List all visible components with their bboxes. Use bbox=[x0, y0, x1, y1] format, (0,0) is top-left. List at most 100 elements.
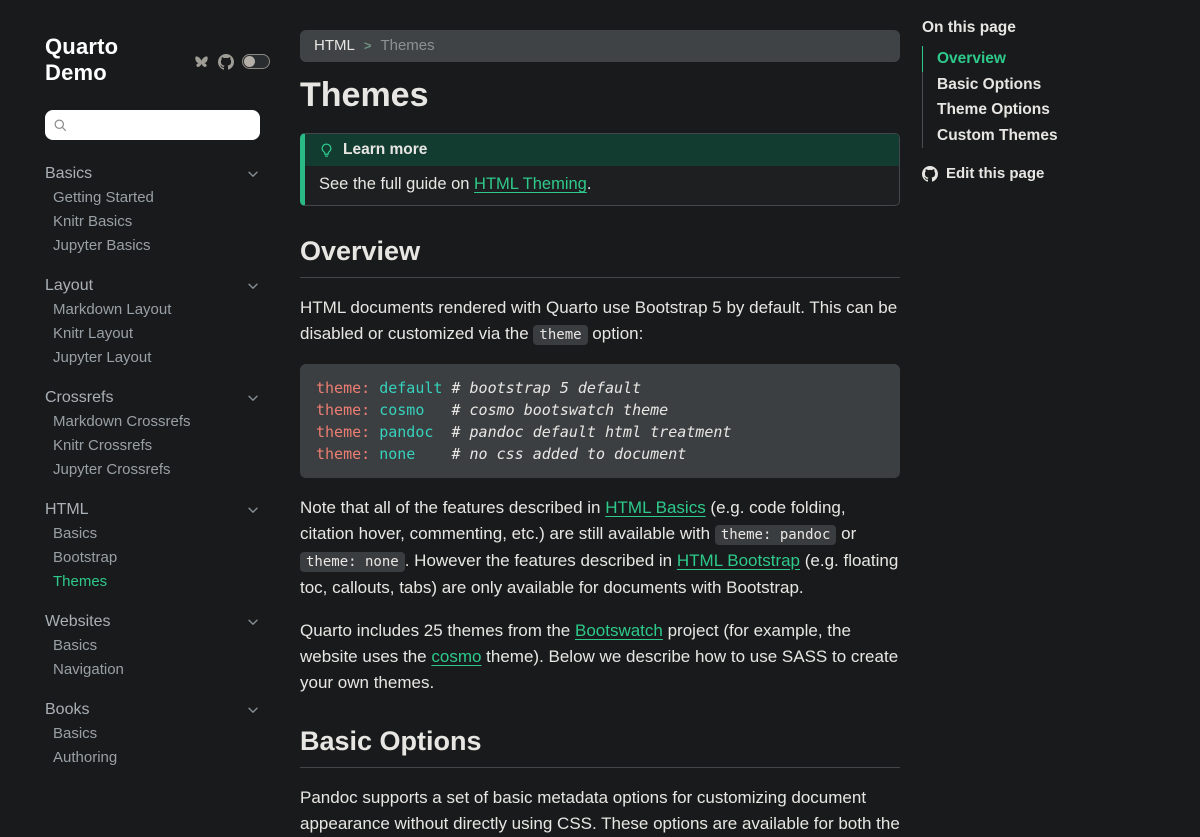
paragraph-pandoc-options: Pandoc supports a set of basic metadata … bbox=[300, 785, 900, 837]
toc-list: OverviewBasic OptionsTheme OptionsCustom… bbox=[922, 46, 1184, 148]
section-heading-basic-options: Basic Options bbox=[300, 726, 900, 757]
toc-item-overview[interactable]: Overview bbox=[922, 46, 1184, 72]
toc-title: On this page bbox=[922, 19, 1184, 37]
toggle-knob bbox=[244, 56, 255, 67]
code-value-token: none bbox=[379, 445, 415, 463]
sidebar-nav: BasicsGetting StartedKnitr BasicsJupyter… bbox=[45, 162, 270, 770]
inline-link[interactable]: HTML Bootstrap bbox=[677, 551, 800, 570]
inline-link[interactable]: cosmo bbox=[431, 647, 481, 666]
text-run: See the full guide on bbox=[319, 175, 474, 193]
sidebar-header: Quarto Demo bbox=[45, 34, 270, 86]
paragraph-theme-option: HTML documents rendered with Quarto use … bbox=[300, 295, 900, 348]
sidebar-section-label: Websites bbox=[45, 613, 111, 631]
yaml-code-block: theme: default # bootstrap 5 defaultthem… bbox=[300, 364, 900, 478]
sidebar-item-markdown-crossrefs[interactable]: Markdown Crossrefs bbox=[45, 410, 270, 434]
sidebar-section-toggle-crossrefs[interactable]: Crossrefs bbox=[45, 386, 260, 410]
sidebar-item-basics[interactable]: Basics bbox=[45, 634, 270, 658]
sidebar-section-layout: Layout Markdown LayoutKnitr LayoutJupyter… bbox=[45, 274, 270, 370]
chevron-down-icon[interactable] bbox=[246, 503, 260, 517]
edit-page-label: Edit this page bbox=[946, 165, 1044, 182]
sidebar-section-websites: Websites BasicsNavigation bbox=[45, 610, 270, 682]
inline-link[interactable]: Bootswatch bbox=[575, 621, 663, 640]
text-run: . bbox=[587, 175, 592, 193]
right-sidebar: On this page OverviewBasic OptionsTheme … bbox=[922, 0, 1184, 182]
search-box[interactable] bbox=[45, 110, 260, 140]
callout-header[interactable]: Learn more bbox=[305, 134, 899, 166]
code-comment-token: # cosmo bootswatch theme bbox=[451, 401, 668, 419]
site-title[interactable]: Quarto Demo bbox=[45, 34, 184, 86]
sidebar-item-basics[interactable]: Basics bbox=[45, 522, 270, 546]
sidebar-section-label: Books bbox=[45, 701, 89, 719]
text-run: option: bbox=[588, 324, 644, 343]
text-run: Note that all of the features described … bbox=[300, 498, 605, 517]
breadcrumb-separator: > bbox=[364, 30, 372, 62]
sidebar-section-toggle-books[interactable]: Books bbox=[45, 698, 260, 722]
sidebar-item-knitr-crossrefs[interactable]: Knitr Crossrefs bbox=[45, 434, 270, 458]
sidebar-item-bootstrap[interactable]: Bootstrap bbox=[45, 546, 270, 570]
search-icon bbox=[53, 118, 68, 133]
bluesky-butterfly-icon[interactable] bbox=[193, 54, 210, 70]
chevron-down-icon[interactable] bbox=[246, 615, 260, 629]
code-text bbox=[415, 445, 451, 463]
inline-code: theme: pandoc bbox=[715, 525, 837, 545]
sidebar-section-label: HTML bbox=[45, 501, 89, 519]
sidebar-item-themes[interactable]: Themes bbox=[45, 570, 270, 594]
search-input[interactable] bbox=[74, 116, 252, 134]
sidebar-section-label: Basics bbox=[45, 165, 92, 183]
code-text bbox=[433, 423, 451, 441]
learn-more-callout: Learn more See the full guide on HTML Th… bbox=[300, 133, 900, 206]
github-icon bbox=[922, 166, 938, 182]
edit-this-page[interactable]: Edit this page bbox=[922, 165, 1184, 182]
heading-rule bbox=[300, 277, 900, 278]
left-sidebar: Quarto Demo Basics Getting StartedKnitr B… bbox=[0, 0, 290, 800]
sidebar-item-markdown-layout[interactable]: Markdown Layout bbox=[45, 298, 270, 322]
sidebar-section-label: Crossrefs bbox=[45, 389, 113, 407]
callout-title: Learn more bbox=[343, 141, 427, 159]
toc-item-custom-themes[interactable]: Custom Themes bbox=[923, 123, 1184, 149]
breadcrumb-item-html[interactable]: HTML bbox=[314, 30, 355, 62]
paragraph-bootswatch: Quarto includes 25 themes from the Boots… bbox=[300, 618, 900, 696]
sidebar-item-getting-started[interactable]: Getting Started bbox=[45, 186, 270, 210]
inline-code: theme: none bbox=[300, 552, 405, 572]
sidebar-item-jupyter-layout[interactable]: Jupyter Layout bbox=[45, 346, 270, 370]
code-text bbox=[370, 401, 379, 419]
breadcrumb-item-themes: Themes bbox=[380, 30, 434, 62]
toc-item-basic-options[interactable]: Basic Options bbox=[923, 72, 1184, 98]
sidebar-section-toggle-layout[interactable]: Layout bbox=[45, 274, 260, 298]
sidebar-item-authoring[interactable]: Authoring bbox=[45, 746, 270, 770]
chevron-down-icon[interactable] bbox=[246, 279, 260, 293]
sidebar-section-toggle-websites[interactable]: Websites bbox=[45, 610, 260, 634]
chevron-down-icon[interactable] bbox=[246, 703, 260, 717]
heading-rule bbox=[300, 767, 900, 768]
sidebar-item-navigation[interactable]: Navigation bbox=[45, 658, 270, 682]
inline-link[interactable]: HTML Theming bbox=[474, 175, 587, 193]
inline-link[interactable]: HTML Basics bbox=[605, 498, 705, 517]
main-content: HTML > Themes Themes Learn more See the … bbox=[300, 0, 900, 800]
callout-body: See the full guide on HTML Theming. bbox=[305, 166, 899, 205]
code-value-token: cosmo bbox=[379, 401, 424, 419]
sidebar-item-jupyter-basics[interactable]: Jupyter Basics bbox=[45, 234, 270, 258]
sidebar-item-jupyter-crossrefs[interactable]: Jupyter Crossrefs bbox=[45, 458, 270, 482]
header-icons bbox=[193, 54, 270, 70]
code-value-token: default bbox=[379, 379, 442, 397]
toc-item-theme-options[interactable]: Theme Options bbox=[923, 97, 1184, 123]
github-icon[interactable] bbox=[218, 54, 234, 70]
chevron-down-icon[interactable] bbox=[246, 391, 260, 405]
text-run: Quarto includes 25 themes from the bbox=[300, 621, 575, 640]
sidebar-item-knitr-layout[interactable]: Knitr Layout bbox=[45, 322, 270, 346]
lightbulb-icon bbox=[319, 143, 334, 158]
sidebar-section-label: Layout bbox=[45, 277, 93, 295]
sidebar-section-toggle-basics[interactable]: Basics bbox=[45, 162, 260, 186]
code-key-token: theme: bbox=[316, 423, 370, 441]
sidebar-item-knitr-basics[interactable]: Knitr Basics bbox=[45, 210, 270, 234]
sidebar-section-toggle-html[interactable]: HTML bbox=[45, 498, 260, 522]
sidebar-item-basics[interactable]: Basics bbox=[45, 722, 270, 746]
text-run: Pandoc supports a set of basic metadata … bbox=[300, 788, 900, 833]
page-title: Themes bbox=[300, 76, 900, 115]
chevron-down-icon[interactable] bbox=[246, 167, 260, 181]
code-key-token: theme: bbox=[316, 379, 370, 397]
dark-mode-toggle[interactable] bbox=[242, 54, 270, 69]
sidebar-section-books: Books BasicsAuthoring bbox=[45, 698, 270, 770]
code-value-token: pandoc bbox=[379, 423, 433, 441]
sidebar-section-html: HTML BasicsBootstrapThemes bbox=[45, 498, 270, 594]
